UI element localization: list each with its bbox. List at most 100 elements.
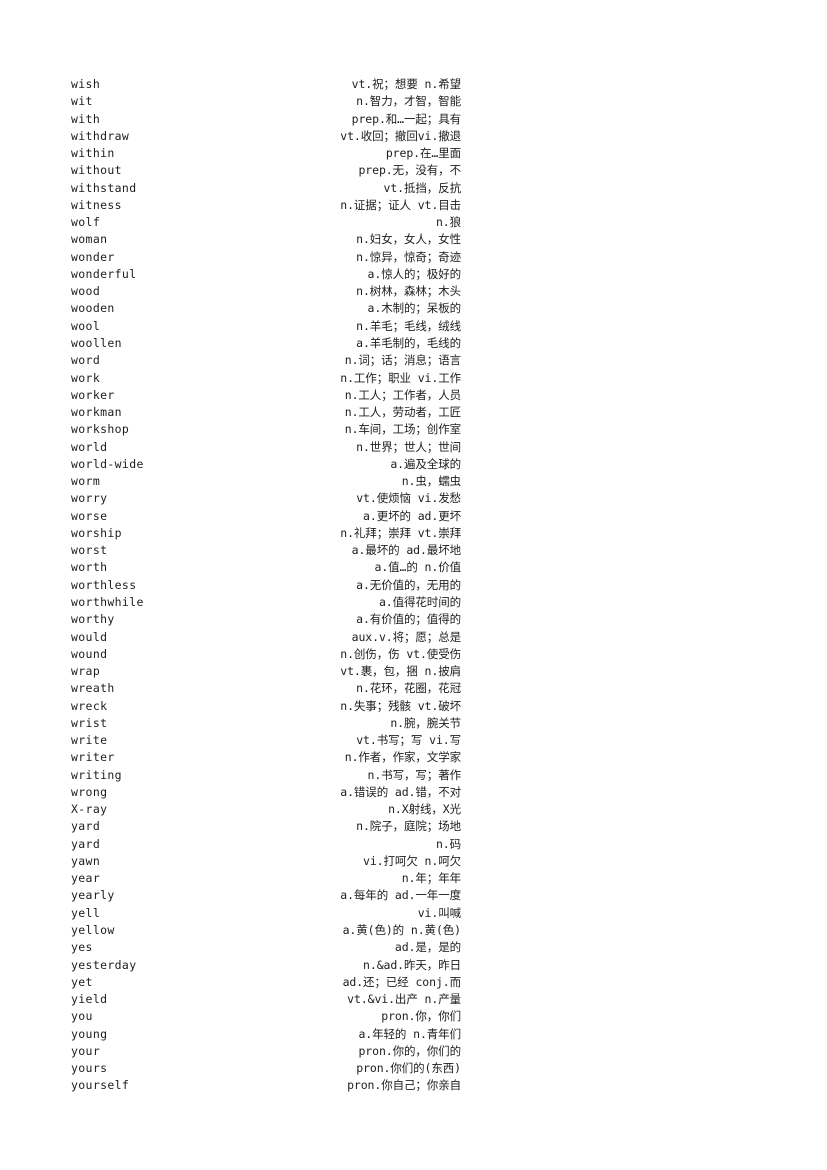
vocabulary-definition: ad.还；已经 conj.而 [342, 974, 462, 989]
vocabulary-word: worry [71, 491, 108, 506]
vocabulary-entry-row: worthwhile a.值得花时间的 [71, 594, 471, 611]
vocabulary-definition: a.年轻的 n.青年们 [358, 1026, 461, 1041]
vocabulary-word: your [71, 1043, 101, 1058]
vocabulary-word: yard [71, 819, 101, 834]
vocabulary-entry-row: wrong a.错误的 ad.错，不对 [71, 784, 471, 801]
vocabulary-entry-row: with prep.和…一起；具有 [71, 111, 471, 128]
vocabulary-definition: n.花环，花圈，花冠 [356, 681, 461, 696]
vocabulary-word: young [71, 1026, 108, 1041]
vocabulary-word: yours [71, 1061, 108, 1076]
vocabulary-word: workman [71, 405, 122, 420]
vocabulary-entry-row: worthless a.无价值的，无用的 [71, 577, 471, 594]
vocabulary-word: wonder [71, 249, 115, 264]
vocabulary-entry-row: wonder n.惊异，惊奇；奇迹 [71, 249, 471, 266]
vocabulary-word: X-ray [71, 802, 108, 817]
vocabulary-word: yell [71, 905, 101, 920]
vocabulary-word: wish [71, 77, 101, 91]
vocabulary-word: word [71, 353, 101, 368]
vocabulary-definition: a.惊人的；极好的 [367, 266, 462, 281]
vocabulary-entry-row: yours pron.你们的(东西) [71, 1060, 471, 1077]
vocabulary-definition: n.礼拜；崇拜 vt.崇拜 [340, 525, 461, 540]
vocabulary-entry-row: yawn vi.打呵欠 n.呵欠 [71, 853, 471, 870]
vocabulary-definition: vi.叫喊 [417, 905, 461, 920]
vocabulary-definition: n.妇女，女人，女性 [356, 232, 461, 247]
vocabulary-word: withstand [71, 180, 137, 195]
vocabulary-definition: a.更坏的 ad.更坏 [363, 508, 461, 523]
vocabulary-entry-row: yell vi.叫喊 [71, 905, 471, 922]
vocabulary-word: wreath [71, 681, 115, 696]
vocabulary-entry-row: yard n.码 [71, 836, 471, 853]
vocabulary-word: wrist [71, 715, 108, 730]
vocabulary-definition: n.狼 [435, 215, 461, 230]
vocabulary-word: wound [71, 646, 108, 661]
vocabulary-definition: n.工人，劳动者，工匠 [344, 405, 461, 420]
vocabulary-definition: n.创伤，伤 vt.使受伤 [340, 646, 461, 661]
vocabulary-definition: n.惊异，惊奇；奇迹 [356, 249, 461, 264]
vocabulary-entry-row: wound n.创伤，伤 vt.使受伤 [71, 646, 471, 663]
vocabulary-entry-row: your pron.你的，你们的 [71, 1043, 471, 1060]
vocabulary-entry-row: worthy a.有价值的；值得的 [71, 611, 471, 628]
vocabulary-entry-row: yourself pron.你自己；你亲自 [71, 1077, 471, 1094]
vocabulary-word: wonderful [71, 266, 137, 281]
vocabulary-definition: vt.裹，包，捆 n.披肩 [340, 664, 461, 679]
vocabulary-definition: prep.在…里面 [385, 146, 461, 161]
vocabulary-entry-row: X-ray n.X射线，X光 [71, 801, 471, 818]
vocabulary-entry-row: worker n.工人；工作者，人员 [71, 387, 471, 404]
vocabulary-entry-row: worst a.最坏的 ad.最坏地 [71, 542, 471, 559]
vocabulary-word: worthwhile [71, 594, 144, 609]
vocabulary-entry-row: write vt.书写；写 vi.写 [71, 732, 471, 749]
vocabulary-definition: prep.无，没有，不 [358, 163, 461, 178]
vocabulary-entry-row: you pron.你，你们 [71, 1008, 471, 1025]
vocabulary-entry-row: workshop n.车间，工场；创作室 [71, 421, 471, 438]
vocabulary-word: yawn [71, 853, 101, 868]
vocabulary-definition: n.失事；残骸 vt.破坏 [340, 698, 461, 713]
vocabulary-page: wish vt.祝；想要 n.希望 wit n.智力，才智，智能 with prep.和…… [0, 0, 827, 1170]
vocabulary-entry-row: worm n.虫，蠕虫 [71, 473, 471, 490]
vocabulary-word: yesterday [71, 957, 137, 972]
vocabulary-word: yourself [71, 1078, 130, 1093]
vocabulary-definition: vi.打呵欠 n.呵欠 [363, 853, 461, 868]
vocabulary-definition: n.腕，腕关节 [390, 715, 461, 730]
vocabulary-entry-row: withstand vt.抵挡，反抗 [71, 180, 471, 197]
vocabulary-entry-row: woollen a.羊毛制的，毛线的 [71, 335, 471, 352]
vocabulary-word: worthless [71, 577, 137, 592]
vocabulary-definition: n.码 [435, 836, 461, 851]
vocabulary-word: worm [71, 474, 101, 489]
vocabulary-word: yellow [71, 923, 115, 938]
vocabulary-entry-row: without prep.无，没有，不 [71, 162, 471, 179]
vocabulary-definition: a.无价值的，无用的 [356, 577, 461, 592]
vocabulary-word: yield [71, 992, 108, 1007]
vocabulary-definition: pron.你自己；你亲自 [347, 1078, 461, 1093]
vocabulary-word: with [71, 111, 101, 126]
vocabulary-word: wool [71, 318, 101, 333]
vocabulary-word: within [71, 146, 115, 161]
vocabulary-entry-row: yesterday n.&ad.昨天，昨日 [71, 957, 471, 974]
vocabulary-word: wit [71, 94, 93, 109]
vocabulary-entry-row: within prep.在…里面 [71, 145, 471, 162]
vocabulary-definition: pron.你们的(东西) [356, 1061, 461, 1076]
vocabulary-entry-row: wolf n.狼 [71, 214, 471, 231]
vocabulary-entry-row: yard n.院子，庭院；场地 [71, 818, 471, 835]
vocabulary-word: writer [71, 750, 115, 765]
vocabulary-definition: n.年；年年 [401, 871, 461, 886]
vocabulary-definition: vt.祝；想要 n.希望 [351, 77, 461, 91]
vocabulary-entry-row: wooden a.木制的；呆板的 [71, 300, 471, 317]
vocabulary-definition: n.证据；证人 vt.目击 [340, 197, 461, 212]
vocabulary-definition: pron.你，你们 [381, 1009, 461, 1024]
vocabulary-definition: n.树林，森林；木头 [356, 284, 461, 299]
vocabulary-word: worthy [71, 612, 115, 627]
vocabulary-entry-row: yield vt.&vi.出产 n.产量 [71, 991, 471, 1008]
vocabulary-entry-row: wool n.羊毛；毛线，绒线 [71, 318, 471, 335]
vocabulary-entry-row: yearly a.每年的 ad.一年一度 [71, 887, 471, 904]
vocabulary-word: world [71, 439, 108, 454]
vocabulary-word: yet [71, 974, 93, 989]
vocabulary-definition: a.遍及全球的 [390, 456, 461, 471]
vocabulary-entry-row: writer n.作者，作家，文学家 [71, 749, 471, 766]
vocabulary-entry-row: worry vt.使烦恼 vi.发愁 [71, 490, 471, 507]
vocabulary-word: worst [71, 543, 108, 558]
vocabulary-entry-row: withdraw vt.收回；撤回vi.撤退 [71, 128, 471, 145]
vocabulary-definition: n.&ad.昨天，昨日 [363, 957, 461, 972]
vocabulary-word: witness [71, 197, 122, 212]
vocabulary-definition: n.工人；工作者，人员 [344, 387, 461, 402]
vocabulary-entry-list: wish vt.祝；想要 n.希望 wit n.智力，才智，智能 with prep.和…… [71, 76, 471, 1095]
